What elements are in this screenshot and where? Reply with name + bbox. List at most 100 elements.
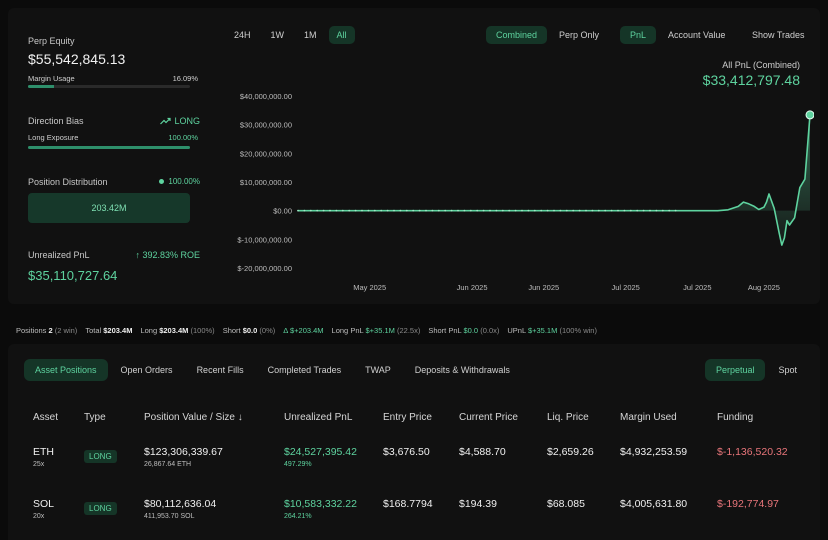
timeframe-1w-button[interactable]: 1W (263, 26, 293, 44)
baseline-point (373, 209, 376, 212)
position-distribution-pct-text: 100.00% (168, 177, 200, 186)
header-liq-price[interactable]: Liq. Price (547, 408, 620, 426)
mode-combined-button[interactable]: Combined (486, 26, 548, 44)
baseline-point (591, 209, 594, 212)
view-pnl-button[interactable]: PnL (620, 26, 657, 44)
baseline-point (674, 209, 677, 212)
summary-strip: Positions 2 (2 win) Total $203.4M Long $… (16, 326, 597, 335)
upnl-value: $10,583,332.22 (284, 498, 357, 510)
view-account-value-button[interactable]: Account Value (658, 26, 735, 44)
tab-asset-positions[interactable]: Asset Positions (24, 359, 108, 381)
summary-long-pnl-value: $+35.1M (365, 326, 395, 335)
cell-asset: ETH 25x (33, 426, 84, 478)
overview-panel: Perp Equity $55,542,845.13 Margin Usage … (8, 8, 820, 304)
baseline-point (610, 209, 613, 212)
position-distribution-box[interactable]: 203.42M (28, 193, 190, 223)
baseline-point (578, 209, 581, 212)
timeframe-all-button[interactable]: All (328, 26, 355, 44)
x-tick-label: Jul 2025 (612, 283, 640, 292)
green-dot-icon (159, 179, 165, 184)
baseline-point (508, 209, 511, 212)
summary-total-value: $203.4M (103, 326, 133, 335)
tab-twap[interactable]: TWAP (354, 359, 402, 381)
table-row[interactable]: ETH 25x LONG $123,306,339.67 26,867.64 ETH… (33, 426, 827, 478)
summary-total: Total $203.4M (85, 326, 132, 335)
positions-table: Asset Type Position Value / Size ↓ Unrea… (33, 408, 827, 530)
y-tick-label: $30,000,000.00 (240, 121, 292, 130)
summary-upnl-value: $+35.1M (527, 326, 558, 335)
header-position-value[interactable]: Position Value / Size ↓ (144, 408, 284, 426)
header-unrealized-pnl[interactable]: Unrealized PnL (284, 408, 383, 426)
margin-usage-fill (28, 85, 55, 88)
cell-type: LONG (84, 426, 144, 478)
baseline-point (341, 209, 344, 212)
tab-recent-fills[interactable]: Recent Fills (186, 359, 255, 381)
baseline-point (329, 209, 331, 212)
baseline-point (501, 209, 504, 212)
pnl-chart[interactable]: $40,000,000.00 $30,000,000.00 $20,000,000.… (226, 86, 814, 296)
timeframe-1m-button[interactable]: 1M (296, 26, 325, 44)
summary-short-value: $0.0 (242, 326, 258, 335)
y-tick-label: $-10,000,000.00 (237, 235, 292, 244)
summary-short-pnl-mult: (0.0x) (480, 326, 500, 335)
summary-short: Short $0.0 (0%) (223, 326, 276, 335)
summary-delta: Δ $+203.4M (283, 326, 323, 335)
y-tick-label: $10,000,000.00 (240, 178, 292, 187)
baseline-point (572, 209, 575, 212)
direction-bias-label: Direction Bias (28, 116, 84, 126)
baseline-point (437, 209, 440, 212)
upnl-value: $24,527,395.42 (284, 446, 357, 458)
baseline-point (303, 209, 306, 212)
header-funding[interactable]: Funding (717, 408, 827, 426)
tab-completed-trades[interactable]: Completed Trades (257, 359, 353, 381)
header-entry-price[interactable]: Entry Price (383, 408, 459, 426)
sort-down-icon[interactable]: ↓ (238, 412, 243, 423)
header-asset[interactable]: Asset (33, 408, 84, 426)
cell-current-price: $4,588.70 (459, 446, 506, 458)
tab-open-orders[interactable]: Open Orders (110, 359, 184, 381)
timeframe-24h-button[interactable]: 24H (226, 26, 259, 44)
long-exposure-row: Long Exposure 100.00% (28, 133, 198, 142)
cell-position-value: $123,306,339.67 26,867.64 ETH (144, 426, 284, 478)
baseline-point (540, 209, 543, 212)
baseline-point (457, 209, 459, 212)
y-tick-label: $0.00 (273, 207, 292, 216)
view-selector: PnL Account Value (620, 26, 735, 44)
position-distribution-pct: 100.00% (159, 177, 200, 186)
baseline-point (527, 209, 530, 212)
tab-spot[interactable]: Spot (767, 359, 808, 381)
direction-bias-text: LONG (174, 116, 200, 126)
baseline-point (642, 209, 645, 212)
unrealized-pnl-roe-text: 392.83% ROE (142, 250, 200, 260)
long-badge: LONG (84, 502, 117, 515)
summary-long: Long $203.4M (100%) (140, 326, 214, 335)
baseline-point (297, 209, 299, 212)
baseline-point (380, 209, 383, 212)
cell-entry-price: $168.7794 (383, 498, 433, 510)
cell-current-price: $194.39 (459, 498, 497, 510)
mode-perp-only-button[interactable]: Perp Only (549, 26, 609, 44)
summary-upnl-label: UPnL (507, 326, 526, 335)
baseline-point (597, 209, 600, 212)
perp-equity-value: $55,542,845.13 (28, 51, 126, 67)
baseline-point (469, 209, 472, 212)
summary-long-pnl: Long PnL $+35.1M (22.5x) (332, 326, 421, 335)
tab-perpetual[interactable]: Perpetual (704, 359, 766, 381)
baseline-point (316, 209, 319, 212)
baseline-point (649, 209, 651, 212)
header-position-value-text: Position Value / Size (144, 411, 235, 423)
cell-liq-price: $2,659.26 (547, 446, 594, 458)
summary-long-pnl-label: Long PnL (331, 326, 364, 335)
summary-long-pnl-mult: (22.5x) (396, 326, 421, 335)
cell-asset: SOL 20x (33, 478, 84, 530)
baseline-point (565, 209, 568, 212)
header-margin-used[interactable]: Margin Used (620, 408, 717, 426)
table-row[interactable]: SOL 20x LONG $80,112,636.04 411,953.70 SOL… (33, 478, 827, 530)
tab-deposits-withdrawals[interactable]: Deposits & Withdrawals (404, 359, 521, 381)
header-current-price[interactable]: Current Price (459, 408, 547, 426)
x-tick-label: Aug 2025 (748, 283, 780, 292)
baseline-point (668, 209, 671, 212)
baseline-point (425, 209, 427, 212)
show-trades-button[interactable]: Show Trades (744, 26, 813, 44)
header-type[interactable]: Type (84, 408, 144, 426)
